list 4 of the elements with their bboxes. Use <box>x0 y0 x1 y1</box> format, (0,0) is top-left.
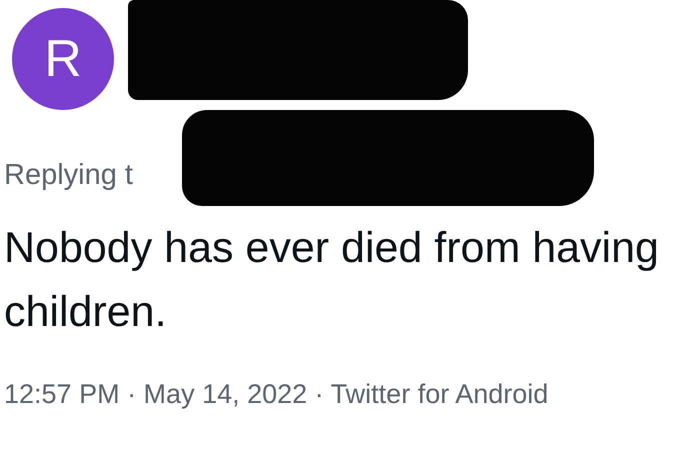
avatar: R <box>12 8 114 110</box>
reply-context: Replying t <box>4 158 133 193</box>
tweet-text: Nobody has ever died from having children. <box>4 222 660 338</box>
tweet-meta: 12:57 PM · May 14, 2022 · Twitter for Android <box>4 378 548 411</box>
